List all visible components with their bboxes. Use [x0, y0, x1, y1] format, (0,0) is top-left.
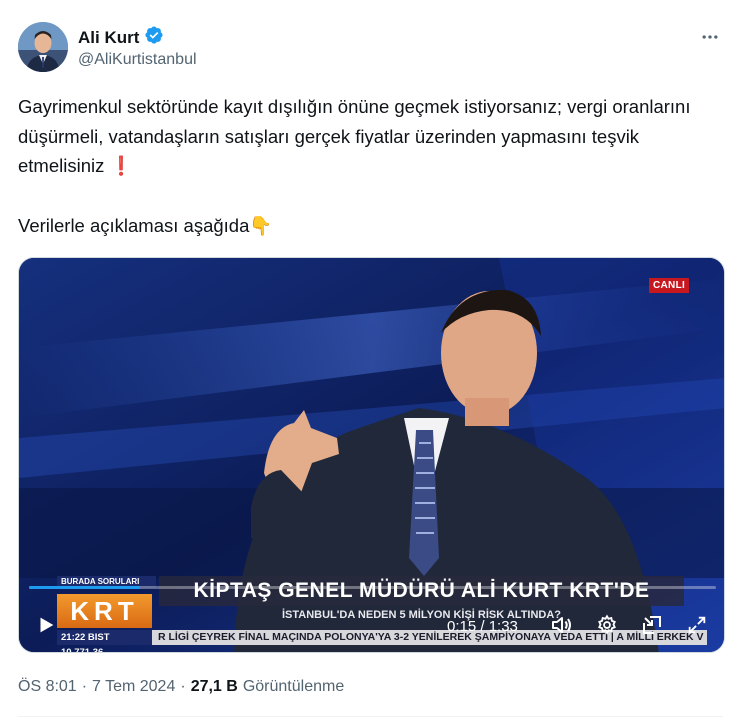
lower-third-title: KİPTAŞ GENEL MÜDÜRÜ ALİ KURT KRT'DE — [159, 576, 684, 606]
tweet-header: Ali Kurt @AliKurtistanbul — [18, 22, 723, 74]
meta-separator: · — [81, 678, 88, 695]
tweet-paragraph-1: Gayrimenkul sektöründe kayıt dışılığın ö… — [18, 92, 718, 181]
exclamation-emoji-icon: ❗ — [109, 155, 133, 176]
video-player[interactable]: CANLI BURADA SORULARI KRT KİPTAŞ GENEL M… — [18, 257, 725, 653]
tweet-paragraph-2-text: Verilerle açıklaması aşağıda — [18, 214, 250, 236]
play-icon[interactable] — [33, 612, 59, 638]
channel-logo: KRT — [57, 594, 152, 628]
pointing-down-emoji-icon: 👇 — [249, 214, 273, 236]
views-label: Görüntülenme — [242, 678, 345, 695]
tweet-date[interactable]: 7 Tem 2024 — [92, 678, 175, 696]
author-name[interactable]: Ali Kurt — [78, 28, 139, 48]
tweet-time[interactable]: ÖS 8:01 — [18, 678, 77, 696]
ticker-time: 21:22 BIST 10.771,36 — [57, 630, 152, 652]
meta-separator: · — [180, 678, 186, 695]
video-progress-bar[interactable] — [29, 586, 716, 589]
video-progress-fill — [29, 586, 140, 589]
news-ticker: R LİGİ ÇEYREK FİNAL MAÇINDA POLONYA'YA 3… — [152, 630, 707, 645]
author-handle[interactable]: @AliKurtistanbul — [78, 51, 197, 69]
tweet-paragraph-2: Verilerle açıklaması aşağıda👇 — [18, 211, 718, 241]
verified-badge-icon — [144, 25, 164, 50]
volume-icon[interactable] — [549, 612, 575, 638]
settings-icon[interactable] — [594, 612, 620, 638]
more-options-icon[interactable] — [697, 24, 723, 50]
live-badge: CANLI — [649, 278, 690, 293]
video-time-readout: 0:15 / 1:33 — [447, 618, 518, 635]
views-count: 27,1 B — [190, 678, 238, 695]
divider — [18, 716, 723, 717]
fullscreen-icon[interactable] — [684, 612, 710, 638]
author-avatar[interactable] — [18, 22, 68, 72]
tweet-text: Gayrimenkul sektöründe kayıt dışılığın ö… — [18, 92, 718, 240]
author-name-row: Ali Kurt — [78, 25, 164, 50]
picture-in-picture-icon[interactable] — [639, 612, 665, 638]
tweet-meta: ÖS 8:01 · 7 Tem 2024 · 27,1 B Görüntülen… — [18, 678, 344, 696]
